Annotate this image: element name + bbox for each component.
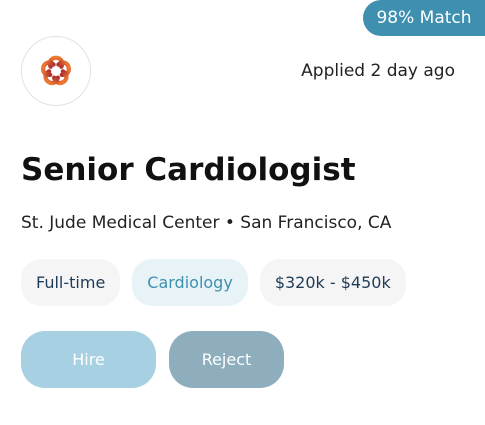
tag-employment-type: Full-time bbox=[21, 259, 121, 306]
job-card: 98% Match Applied 2 day ago Senior Cardi… bbox=[0, 0, 485, 425]
reject-button[interactable]: Reject bbox=[169, 331, 284, 388]
hire-button[interactable]: Hire bbox=[21, 331, 156, 388]
action-buttons: Hire Reject bbox=[21, 331, 284, 388]
job-tags: Full-time Cardiology $320k - $450k bbox=[21, 259, 406, 306]
applied-time: Applied 2 day ago bbox=[301, 61, 455, 81]
tag-specialty: Cardiology bbox=[132, 259, 248, 306]
tag-salary: $320k - $450k bbox=[259, 259, 406, 306]
organization-logo bbox=[21, 36, 91, 106]
organization-location: St. Jude Medical Center • San Francisco,… bbox=[21, 213, 392, 233]
job-title: Senior Cardiologist bbox=[21, 152, 356, 188]
match-badge: 98% Match bbox=[363, 0, 485, 36]
org-logo-icon bbox=[40, 55, 72, 86]
